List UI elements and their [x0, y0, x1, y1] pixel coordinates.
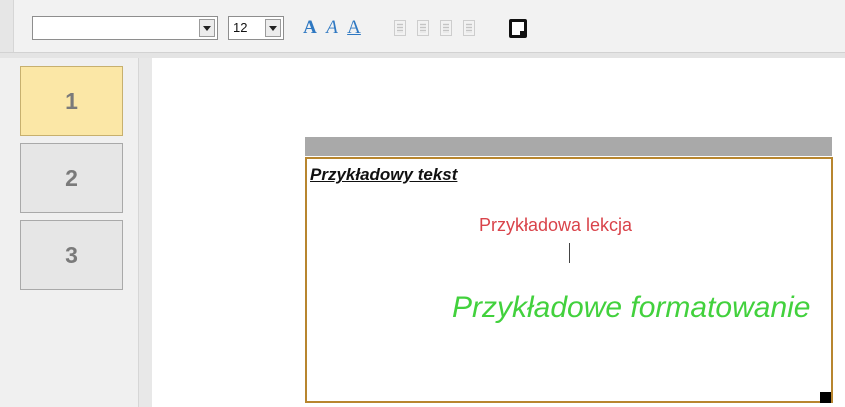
frame-border-icon	[509, 18, 527, 38]
align-center-icon	[417, 20, 429, 36]
slide-tab-3[interactable]: 3	[20, 220, 123, 290]
align-justify-icon	[463, 20, 475, 36]
bold-button[interactable]: A	[300, 16, 320, 40]
sidebar-scrollbar[interactable]	[138, 58, 152, 407]
align-left-button[interactable]	[390, 16, 410, 40]
slides-sidebar: 1 2 3	[0, 58, 152, 407]
editor-window: 12 A A A 1 2 3 Przykładowy tekst Przykła…	[0, 0, 845, 407]
font-family-select[interactable]	[32, 16, 218, 40]
font-size-select[interactable]: 12	[228, 16, 284, 40]
bold-icon: A	[303, 17, 317, 38]
canvas-area[interactable]: Przykładowy tekst Przykładowa lekcja Prz…	[153, 58, 845, 407]
text-frame[interactable]: Przykładowy tekst Przykładowa lekcja Prz…	[305, 157, 833, 403]
underline-button[interactable]: A	[344, 16, 364, 40]
align-center-button[interactable]	[413, 16, 433, 40]
frame-drag-bar[interactable]	[305, 137, 832, 156]
italic-icon: A	[326, 17, 338, 38]
chevron-down-icon[interactable]	[199, 19, 215, 37]
text-cursor	[569, 243, 570, 263]
chevron-down-icon[interactable]	[265, 19, 281, 37]
frame-border-button[interactable]	[506, 16, 530, 40]
formatting-toolbar: 12 A A A	[0, 0, 845, 52]
slide-tab-1[interactable]: 1	[20, 66, 123, 136]
lesson-text[interactable]: Przykładowa lekcja	[479, 215, 632, 236]
font-size-value: 12	[233, 20, 248, 35]
toolbar-edge	[0, 0, 14, 52]
align-justify-button[interactable]	[459, 16, 479, 40]
align-left-icon	[394, 20, 406, 36]
frame-title[interactable]: Przykładowy tekst	[310, 165, 457, 185]
underline-icon: A	[347, 17, 361, 38]
align-right-button[interactable]	[436, 16, 456, 40]
resize-handle-icon[interactable]	[820, 392, 831, 403]
italic-button[interactable]: A	[322, 16, 342, 40]
slide-tab-2[interactable]: 2	[20, 143, 123, 213]
align-right-icon	[440, 20, 452, 36]
formatted-text[interactable]: Przykładowe formatowanie	[452, 291, 811, 325]
